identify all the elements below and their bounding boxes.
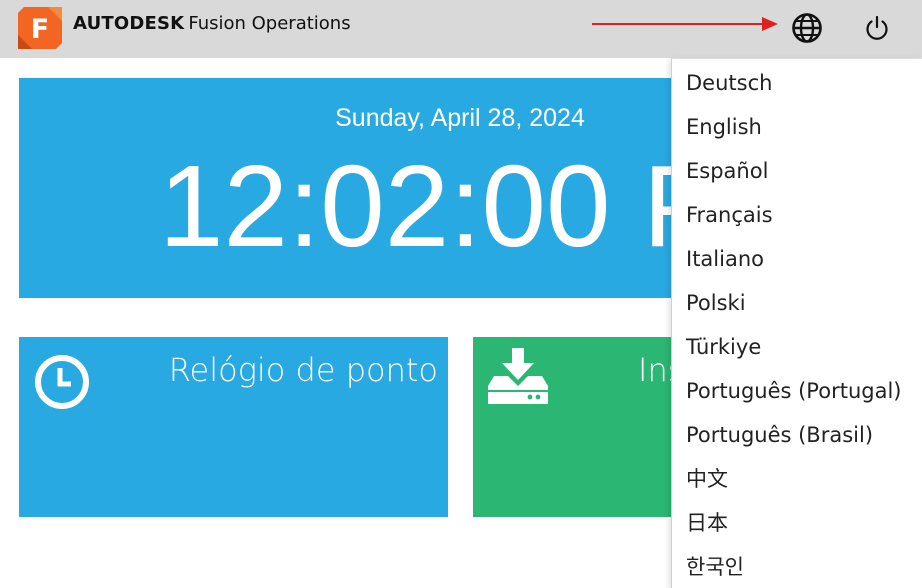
language-option-polski[interactable]: Polski [686, 285, 746, 321]
fusion-logo-icon: F [18, 7, 62, 49]
brand-name: AUTODESK [73, 13, 185, 34]
language-option-italiano[interactable]: Italiano [686, 241, 764, 277]
language-option-deutsch[interactable]: Deutsch [686, 65, 772, 101]
language-option-portugues-portugal[interactable]: Português (Portugal) [686, 373, 901, 409]
current-date: Sunday, April 28, 2024 [335, 104, 585, 132]
power-icon [866, 15, 888, 40]
logo-letter: F [31, 14, 49, 45]
language-dropdown: Deutsch English Español Français Italian… [671, 58, 922, 588]
language-option-portugues-brasil[interactable]: Português (Brasil) [686, 417, 873, 453]
current-time: 12:02:00 P [159, 141, 719, 271]
language-option-english[interactable]: English [686, 109, 762, 145]
language-option-turkiye[interactable]: Türkiye [686, 329, 761, 365]
time-clock-tile[interactable]: Relógio de ponto [19, 337, 448, 517]
language-option-espanol[interactable]: Español [686, 153, 768, 189]
clock-icon [35, 355, 89, 409]
globe-icon [792, 13, 822, 43]
time-clock-label: Relógio de ponto [168, 351, 438, 389]
language-option-francais[interactable]: Français [686, 197, 773, 233]
annotation-arrow [590, 12, 780, 36]
logout-button[interactable] [859, 10, 895, 46]
language-button[interactable] [789, 10, 825, 46]
language-option-korean[interactable]: 한국인 [686, 549, 744, 585]
download-icon [488, 348, 548, 404]
brand-title: AUTODESK Fusion Operations [73, 13, 351, 37]
language-option-japanese[interactable]: 日本 [686, 505, 728, 541]
clock-panel: Sunday, April 28, 2024 12:02:00 P [19, 78, 719, 298]
top-header: F AUTODESK Fusion Operations [0, 0, 922, 58]
language-option-chinese[interactable]: 中文 [686, 461, 728, 497]
product-name: Fusion Operations [188, 13, 351, 34]
app-page: F AUTODESK Fusion Operations Sunday, Apr… [0, 0, 922, 588]
